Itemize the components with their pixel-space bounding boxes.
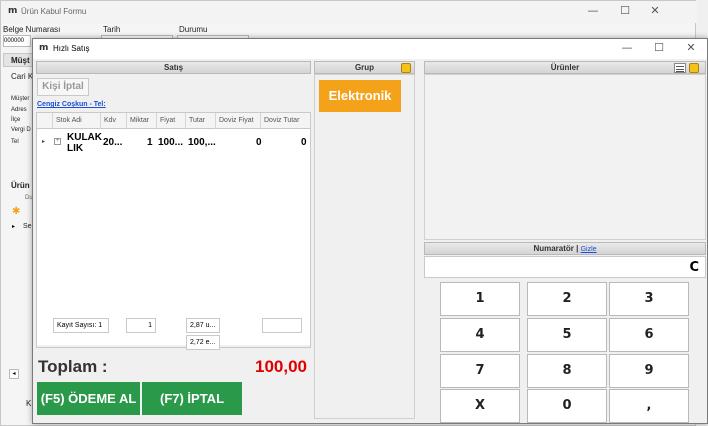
iptal-button[interactable]: (F7) İPTAL (142, 382, 242, 415)
tutar-total-1: 2,87 u... (186, 318, 220, 333)
vergi-label: Vergi D (11, 127, 31, 133)
numkey-9[interactable]: 9 (609, 354, 689, 388)
cell-kdv: 20... (103, 137, 123, 148)
sales-footer: Kayıt Sayısı: 1 1 2,87 u... 2,72 e... (36, 309, 311, 350)
toplam-value: 100,00 (255, 357, 307, 376)
grup-item-elektronik[interactable]: Elektronik (319, 80, 401, 112)
numkey-8[interactable]: 8 (527, 354, 607, 388)
row-indicator-icon: ▸ (42, 139, 46, 145)
cell-doviz-tutar: 0 (301, 137, 307, 148)
tel-label: Tel (11, 139, 19, 145)
grup-header: Grup (314, 61, 415, 74)
customer-link[interactable]: Cengiz Coşkun - Tel: (37, 101, 106, 108)
sales-grid-header: Stok Adi Kdv Miktar Fiyat Tutar Doviz Fi… (37, 113, 310, 129)
maximize-button[interactable]: ☐ (647, 41, 671, 54)
tarih-label: Tarih (103, 25, 121, 34)
numkey-6[interactable]: 6 (609, 318, 689, 352)
urun-section-label: Ürün (11, 181, 30, 190)
durum-label: Durumu (179, 25, 208, 34)
grup-panel: Elektronik (314, 74, 415, 419)
col-fiyat[interactable]: Fiyat (157, 113, 186, 129)
cell-fiyat: 100... (158, 137, 184, 148)
numkey-7[interactable]: 7 (440, 354, 520, 388)
cell-stok-adi: KULAK (67, 132, 102, 143)
ilce-label: İlçe (11, 117, 21, 123)
numkey-5[interactable]: 5 (527, 318, 607, 352)
numkey-0[interactable]: 0 (527, 389, 607, 423)
miktar-total: 1 (126, 318, 156, 333)
cell-miktar: 1 (147, 137, 153, 148)
musteri-section-label: Müşt (11, 56, 30, 65)
tutar-total-2: 2,72 e... (186, 335, 220, 350)
adres-label: Adres (11, 107, 27, 113)
background-window-title: Ürün Kabul Formu (21, 7, 87, 16)
cell-doviz-fiyat: 0 (256, 137, 262, 148)
numkey-x[interactable]: X (440, 389, 520, 423)
numarator-header: Numaratör | Gizle (424, 242, 706, 255)
numkey-1[interactable]: 1 (440, 282, 520, 316)
hizli-satis-titlebar: m Hızlı Satış — ☐ ✕ (33, 39, 707, 59)
background-titlebar: m Ürün Kabul Formu — ☐ ✕ (1, 1, 697, 23)
close-button[interactable]: ✕ (679, 41, 703, 54)
musteri-label: Müşter (11, 96, 30, 102)
numpad: 1 2 3 4 5 6 7 8 9 X 0 , (424, 279, 706, 423)
belge-label: Belge Numarası (3, 25, 61, 34)
bg-close-button[interactable]: ✕ (643, 4, 667, 17)
col-stok-adi[interactable]: Stok Adi (53, 113, 101, 129)
col-kdv[interactable]: Kdv (101, 113, 127, 129)
col-doviz-fiyat[interactable]: Doviz Fiyat (216, 113, 261, 129)
expand-plus-icon[interactable]: + (54, 138, 61, 145)
list-view-icon[interactable] (674, 63, 686, 73)
col-tutar[interactable]: Tutar (186, 113, 216, 129)
urunler-lock-icon[interactable] (689, 63, 699, 73)
clear-button[interactable]: C (689, 260, 699, 275)
col-miktar[interactable]: Miktar (127, 113, 157, 129)
cell-stok-adi-line2: LIK (67, 143, 84, 154)
col-doviz-tutar[interactable]: Doviz Tutar (261, 113, 310, 129)
numarator-display[interactable]: C (424, 256, 706, 278)
se-cell: Se (23, 223, 32, 230)
urunler-header: Ürünler (424, 61, 706, 74)
numkey-4[interactable]: 4 (440, 318, 520, 352)
scroll-left-button[interactable]: ◂ (9, 369, 19, 379)
urunler-panel (424, 74, 706, 240)
table-row[interactable]: ▸ + KULAK LIK 20... 1 100... 100,... 0 0 (37, 129, 310, 159)
numkey-3[interactable]: 3 (609, 282, 689, 316)
bg-minimize-button[interactable]: — (581, 4, 605, 17)
app-logo-icon: m (39, 43, 49, 53)
kayit-sayisi: Kayıt Sayısı: 1 (53, 318, 109, 333)
hizli-satis-window: m Hızlı Satış — ☐ ✕ Satış Kişi İptal Cen… (32, 38, 708, 424)
numkey-2[interactable]: 2 (527, 282, 607, 316)
bg-maximize-button[interactable]: ☐ (613, 4, 637, 17)
cell-tutar: 100,... (188, 137, 216, 148)
toplam-label: Toplam : (38, 357, 108, 376)
gizle-link[interactable]: Gizle (581, 246, 597, 253)
numarator-label: Numaratör | (533, 244, 579, 253)
doviz-total (262, 318, 302, 333)
kisi-iptal-button[interactable]: Kişi İptal (37, 78, 89, 96)
k-label: K (26, 399, 32, 408)
app-logo-icon: m (8, 6, 18, 16)
minimize-button[interactable]: — (615, 41, 639, 54)
row-arrow-icon: ▸ (12, 224, 16, 230)
belge-field[interactable]: 000000 (3, 35, 31, 47)
window-title: Hızlı Satış (53, 44, 90, 53)
new-row-star-icon: ✱ (12, 206, 21, 217)
numkey-comma[interactable]: , (609, 389, 689, 423)
cari-label: Cari K (11, 72, 34, 81)
grup-lock-icon[interactable] (401, 63, 411, 73)
odeme-al-button[interactable]: (F5) ÖDEME AL (37, 382, 140, 415)
satis-header: Satış (36, 61, 311, 74)
